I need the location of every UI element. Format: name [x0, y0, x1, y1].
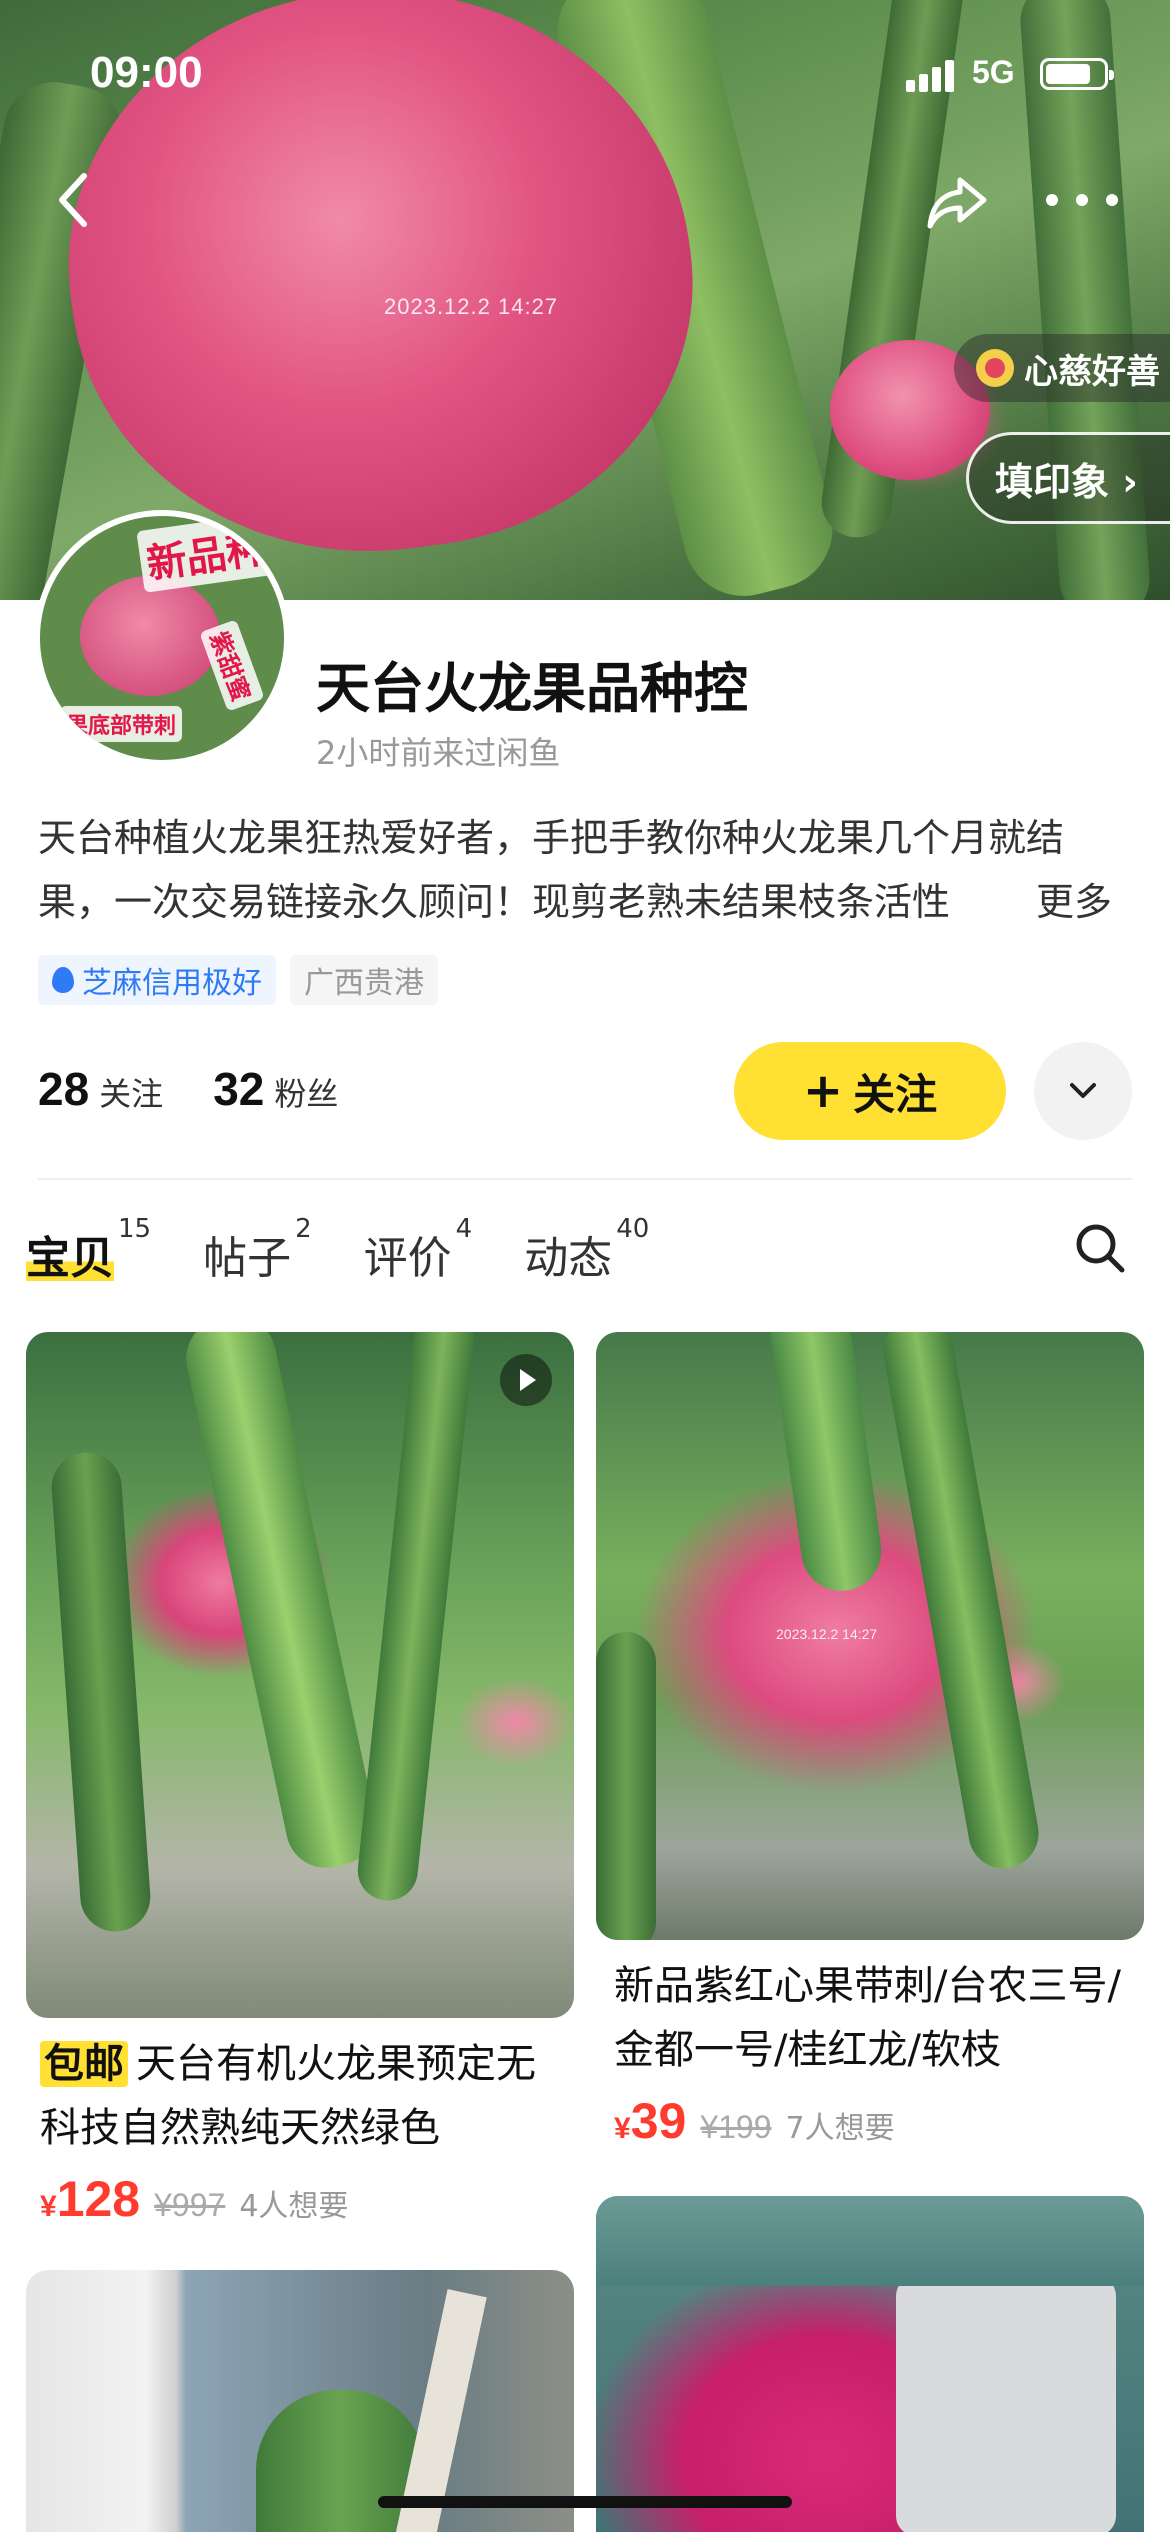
- network-type: 5G: [972, 54, 1015, 90]
- avatar-label: 新品种: [136, 516, 276, 593]
- profile-bio: 天台种植火龙果狂热爱好者，手把手教你种火龙果几个月就结果，一次交易链接永久顾问！…: [38, 816, 1065, 924]
- last-visit-text: 2小时前来过闲鱼: [316, 734, 561, 772]
- chevron-left-icon: [59, 173, 87, 227]
- more-dots-icon: [1046, 194, 1058, 206]
- tab-items[interactable]: 宝贝 15: [26, 1214, 151, 1286]
- tab-label: 帖子: [203, 1233, 292, 1284]
- back-button[interactable]: [44, 170, 104, 230]
- tab-count: 2: [295, 1214, 312, 1244]
- content-tabs: 宝贝 15 帖子 2 评价 4 动态 40: [26, 1206, 649, 1286]
- product-image: 2023.12.2 14:27: [596, 1332, 1144, 1940]
- share-icon: [927, 177, 987, 229]
- following-count: 28: [38, 1063, 90, 1115]
- followers-label: 粉丝: [274, 1075, 339, 1113]
- status-bar: 09:00 5G: [0, 0, 1170, 140]
- profile-tags: 芝麻信用极好 广西贵港: [38, 955, 438, 1005]
- tab-count: 4: [455, 1214, 473, 1244]
- credit-tag[interactable]: 芝麻信用极好: [38, 955, 276, 1005]
- tab-posts[interactable]: 帖子 2: [203, 1214, 312, 1286]
- kindness-badge[interactable]: 心慈好善: [954, 334, 1170, 402]
- shop-name: 天台火龙果品种控: [316, 657, 748, 720]
- tab-label: 宝贝: [26, 1222, 114, 1286]
- plus-icon: +: [802, 1063, 844, 1119]
- tab-activity[interactable]: 动态 40: [524, 1214, 649, 1286]
- share-button[interactable]: [922, 166, 992, 236]
- tab-reviews[interactable]: 评价 4: [363, 1214, 473, 1286]
- follow-button-label: 关注: [853, 1069, 938, 1119]
- original-price: ¥997: [154, 2187, 226, 2223]
- home-indicator: [378, 2496, 792, 2508]
- price-row: ¥128 ¥997 4人想要: [40, 2170, 348, 2228]
- battery-icon: [1040, 58, 1114, 90]
- impression-button-label: 填印象 ›: [995, 459, 1138, 504]
- following-stat[interactable]: 28 关注: [38, 1062, 189, 1116]
- product-card[interactable]: [26, 2270, 574, 2532]
- chevron-down-icon: [1070, 1083, 1096, 1098]
- product-title-text: 新品紫红心果带刺/台农三号/金都一号/桂红龙/软枝: [614, 1963, 1121, 2073]
- status-time: 09:00: [90, 48, 203, 97]
- wants-count: 7人想要: [785, 2111, 895, 2146]
- product-card[interactable]: 包邮 天台有机火龙果预定无科技自然熟纯天然绿色 ¥128 ¥997 4人想要: [26, 1332, 574, 2232]
- followers-stat[interactable]: 32 粉丝: [213, 1062, 364, 1116]
- credit-tag-label: 芝麻信用极好: [82, 966, 262, 1001]
- price-value: 128: [56, 2171, 141, 2227]
- currency-symbol: ¥: [614, 2112, 631, 2145]
- product-image: [596, 2196, 1144, 2532]
- divider: [38, 1178, 1132, 1180]
- tab-count: 40: [616, 1214, 650, 1244]
- heart-badge-icon: [976, 349, 1014, 387]
- avatar[interactable]: 新品种 紫甜蜜 果底部带刺: [34, 510, 290, 766]
- followers-count: 32: [213, 1063, 265, 1115]
- product-title: 新品紫红心果带刺/台农三号/金都一号/桂红龙/软枝: [614, 1954, 1134, 2082]
- price: ¥128: [40, 2170, 140, 2228]
- original-price: ¥199: [700, 2109, 772, 2145]
- free-shipping-badge: 包邮: [40, 2041, 128, 2087]
- tab-label: 动态: [524, 1233, 613, 1284]
- price-value: 39: [630, 2093, 687, 2149]
- flame-icon: [52, 967, 74, 993]
- wants-count: 4人想要: [239, 2189, 349, 2224]
- currency-symbol: ¥: [40, 2190, 57, 2223]
- price-row: ¥39 ¥199 7人想要: [614, 2092, 895, 2150]
- tab-count: 15: [118, 1214, 152, 1244]
- expand-button[interactable]: [1034, 1042, 1132, 1140]
- tab-label: 评价: [363, 1233, 452, 1284]
- product-card[interactable]: 2023.12.2 14:27 新品紫红心果带刺/台农三号/金都一号/桂红龙/软…: [596, 1332, 1144, 2182]
- following-label: 关注: [99, 1075, 164, 1113]
- video-play-icon: [500, 1354, 552, 1406]
- product-image: [26, 2270, 574, 2532]
- bio-more-link[interactable]: 更多: [1000, 870, 1113, 934]
- price: ¥39: [614, 2092, 686, 2150]
- photo-timestamp: 2023.12.2 14:27: [384, 294, 559, 319]
- product-image: [26, 1332, 574, 2018]
- kindness-badge-label: 心慈好善: [1024, 351, 1160, 392]
- follow-button[interactable]: + 关注: [734, 1042, 1006, 1140]
- product-card[interactable]: [596, 2196, 1144, 2532]
- more-button[interactable]: [1046, 170, 1118, 230]
- search-icon: [1076, 1224, 1125, 1273]
- signal-icon: [906, 58, 958, 92]
- search-button[interactable]: [1072, 1220, 1128, 1276]
- location-tag: 广西贵港: [290, 955, 438, 1005]
- profile-stats: 28 关注 32 粉丝: [38, 1062, 364, 1116]
- avatar-label: 果底部带刺: [60, 706, 183, 742]
- impression-button[interactable]: 填印象 ›: [966, 432, 1170, 524]
- image-timestamp: 2023.12.2 14:27: [776, 1626, 878, 1642]
- product-title: 包邮 天台有机火龙果预定无科技自然熟纯天然绿色: [40, 2032, 570, 2160]
